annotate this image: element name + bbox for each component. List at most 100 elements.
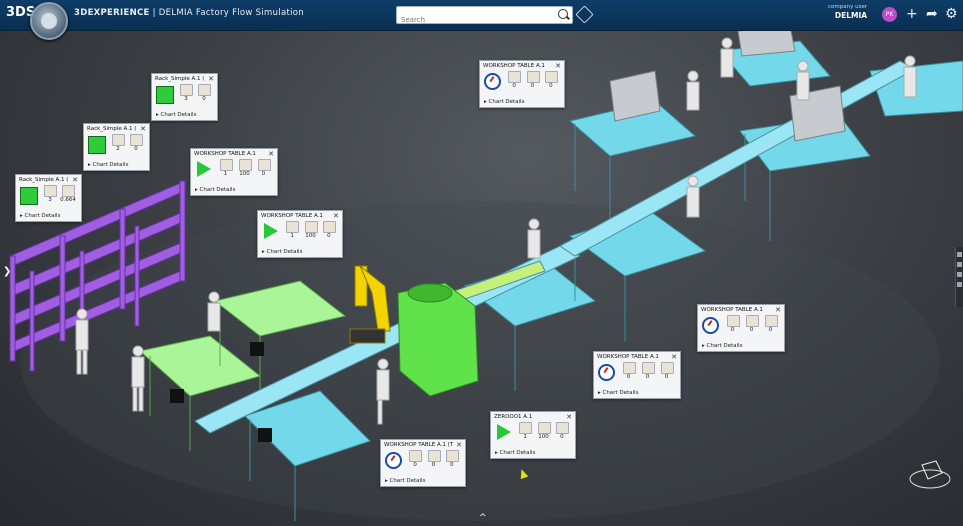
stat-value: 0 <box>431 462 436 468</box>
top-bar: 3DS 3DEXPERIENCE | DELMIA Factory Flow S… <box>0 0 963 40</box>
chart-details-label: Chart Details <box>92 162 129 168</box>
user-info[interactable]: company user DELMIA <box>828 4 867 20</box>
play-icon <box>264 223 278 239</box>
navigation-cube-icon[interactable] <box>906 455 952 493</box>
status-card[interactable]: Rack_Simple A.1 (✕ 2 0 ▸ Chart Details <box>83 123 150 171</box>
close-icon[interactable]: ✕ <box>268 150 274 158</box>
stat-icon <box>764 315 778 327</box>
expand-bottom-icon[interactable]: ^ <box>479 513 487 523</box>
chart-details-toggle[interactable]: ▸ Chart Details <box>88 162 128 168</box>
stat-value: 0 <box>626 374 631 380</box>
chart-details-label: Chart Details <box>706 343 743 349</box>
status-card[interactable]: Rack_Simple A.1 (✕ 3 0.664 ▸ Chart Details <box>15 174 82 222</box>
stat-icon <box>660 362 674 374</box>
chart-details-toggle[interactable]: ▸ Chart Details <box>156 112 196 118</box>
chart-details-toggle[interactable]: ▸ Chart Details <box>484 99 524 105</box>
side-toolbar[interactable] <box>955 247 963 307</box>
expand-left-icon[interactable]: ❯ <box>3 266 11 277</box>
close-icon[interactable]: ✕ <box>555 62 561 70</box>
status-card[interactable]: Rack_Simple A.1 (✕ 3 0 ▸ Chart Details <box>151 73 218 121</box>
add-icon[interactable]: + <box>906 6 918 22</box>
search-box[interactable] <box>396 6 573 28</box>
status-card[interactable]: WORKSHOP TABLE A.1 ✕ 0 0 0 ▸ Chart Details <box>593 351 681 399</box>
clock-icon <box>598 364 615 381</box>
stat-value: 0 <box>327 233 331 239</box>
chart-details-toggle[interactable]: ▸ Chart Details <box>598 390 638 396</box>
stat-value: 0 <box>645 374 650 380</box>
stat-value: 0 <box>560 434 564 440</box>
stat-icon <box>526 71 540 83</box>
close-icon[interactable]: ✕ <box>456 441 462 449</box>
stat-icon <box>257 159 271 171</box>
clock-icon <box>484 73 501 90</box>
chart-details-toggle[interactable]: ▸ Chart Details <box>20 213 60 219</box>
close-icon[interactable]: ✕ <box>72 176 78 184</box>
chart-details-label: Chart Details <box>389 478 426 484</box>
close-icon[interactable]: ✕ <box>775 306 781 314</box>
share-icon[interactable]: ➦ <box>926 6 938 22</box>
stat-value: 0 <box>512 83 516 89</box>
tag-icon[interactable] <box>575 5 594 24</box>
card-title: WORKSHOP TABLE A.1 <box>261 213 323 219</box>
stat-value: 3 <box>184 96 188 102</box>
status-card[interactable]: WORKSHOP TABLE A.1 ✕ 0 0 0 ▸ Chart Details <box>697 304 785 352</box>
chart-details-toggle[interactable]: ▸ Chart Details <box>495 450 535 456</box>
stat-value: 0 <box>413 462 417 468</box>
card-title: WORKSHOP TABLE A.1 <box>701 307 763 313</box>
card-title: WORKSHOP TABLE A.1 <box>194 151 256 157</box>
stat-value: 2 <box>116 146 120 152</box>
search-icon[interactable] <box>558 9 568 19</box>
chart-details-toggle[interactable]: ▸ Chart Details <box>385 478 425 484</box>
stat-icon <box>44 185 57 197</box>
stat-value: 0 <box>664 374 669 380</box>
settings-icon[interactable]: ⚙ <box>945 6 958 22</box>
stat-value: 0.664 <box>60 197 76 203</box>
status-card[interactable]: WORKSHOP TABLE A.1 (T ✕ 0 0 0 ▸ Chart Details <box>380 439 466 487</box>
stat-icon <box>745 315 759 327</box>
compass-icon[interactable] <box>30 2 68 40</box>
stat-value: 0 <box>202 96 206 102</box>
status-card[interactable]: WORKSHOP TABLE A.1 ✕ 1 100 0 ▸ Chart Details <box>257 210 343 258</box>
stat-value: 0 <box>530 83 535 89</box>
stat-icon <box>537 422 551 434</box>
chart-details-toggle[interactable]: ▸ Chart Details <box>702 343 742 349</box>
stat-value: 0 <box>749 327 754 333</box>
chart-details-label: Chart Details <box>160 112 197 118</box>
close-icon[interactable]: ✕ <box>671 353 677 361</box>
stat-icon <box>180 84 193 96</box>
stat-icon <box>130 134 143 146</box>
stat-icon <box>555 422 569 434</box>
status-card[interactable]: ZEROOO1 A.1 ✕ 1 100 0 ▸ Chart Details <box>490 411 576 459</box>
chart-details-toggle[interactable]: ▸ Chart Details <box>195 187 235 193</box>
status-card[interactable]: WORKSHOP TABLE A.1 ✕ 1 100 0 ▸ Chart Details <box>190 148 278 196</box>
avatar[interactable]: PK <box>882 7 897 22</box>
stat-icon <box>641 362 655 374</box>
close-icon[interactable]: ✕ <box>566 413 572 421</box>
stat-value: 0 <box>134 146 138 152</box>
stat-icon <box>622 362 636 374</box>
stat-value: 0 <box>768 327 773 333</box>
search-input[interactable] <box>397 12 555 28</box>
close-icon[interactable]: ✕ <box>333 212 339 220</box>
chart-details-toggle[interactable]: ▸ Chart Details <box>262 249 302 255</box>
status-square-icon <box>156 86 174 104</box>
chart-details-label: Chart Details <box>488 99 525 105</box>
stat-icon <box>198 84 211 96</box>
stat-icon <box>445 450 459 462</box>
stat-icon <box>219 159 233 171</box>
status-square-icon <box>20 187 38 205</box>
stat-value: 1 <box>223 171 228 177</box>
stat-icon <box>322 221 336 233</box>
status-card[interactable]: WORKSHOP TABLE A.1 ✕ 0 0 0 ▸ Chart Details <box>479 60 565 108</box>
card-title: Rack_Simple A.1 ( <box>19 177 69 183</box>
card-title: WORKSHOP TABLE A.1 <box>483 63 545 69</box>
stat-icon <box>726 315 740 327</box>
stat-value: 0 <box>261 171 266 177</box>
play-icon <box>197 161 211 177</box>
close-icon[interactable]: ✕ <box>140 125 146 133</box>
stat-icon <box>519 422 533 434</box>
green-machine <box>397 282 479 397</box>
card-title: ZEROOO1 A.1 <box>494 414 533 420</box>
stat-value: 0 <box>549 83 553 89</box>
close-icon[interactable]: ✕ <box>208 75 214 83</box>
